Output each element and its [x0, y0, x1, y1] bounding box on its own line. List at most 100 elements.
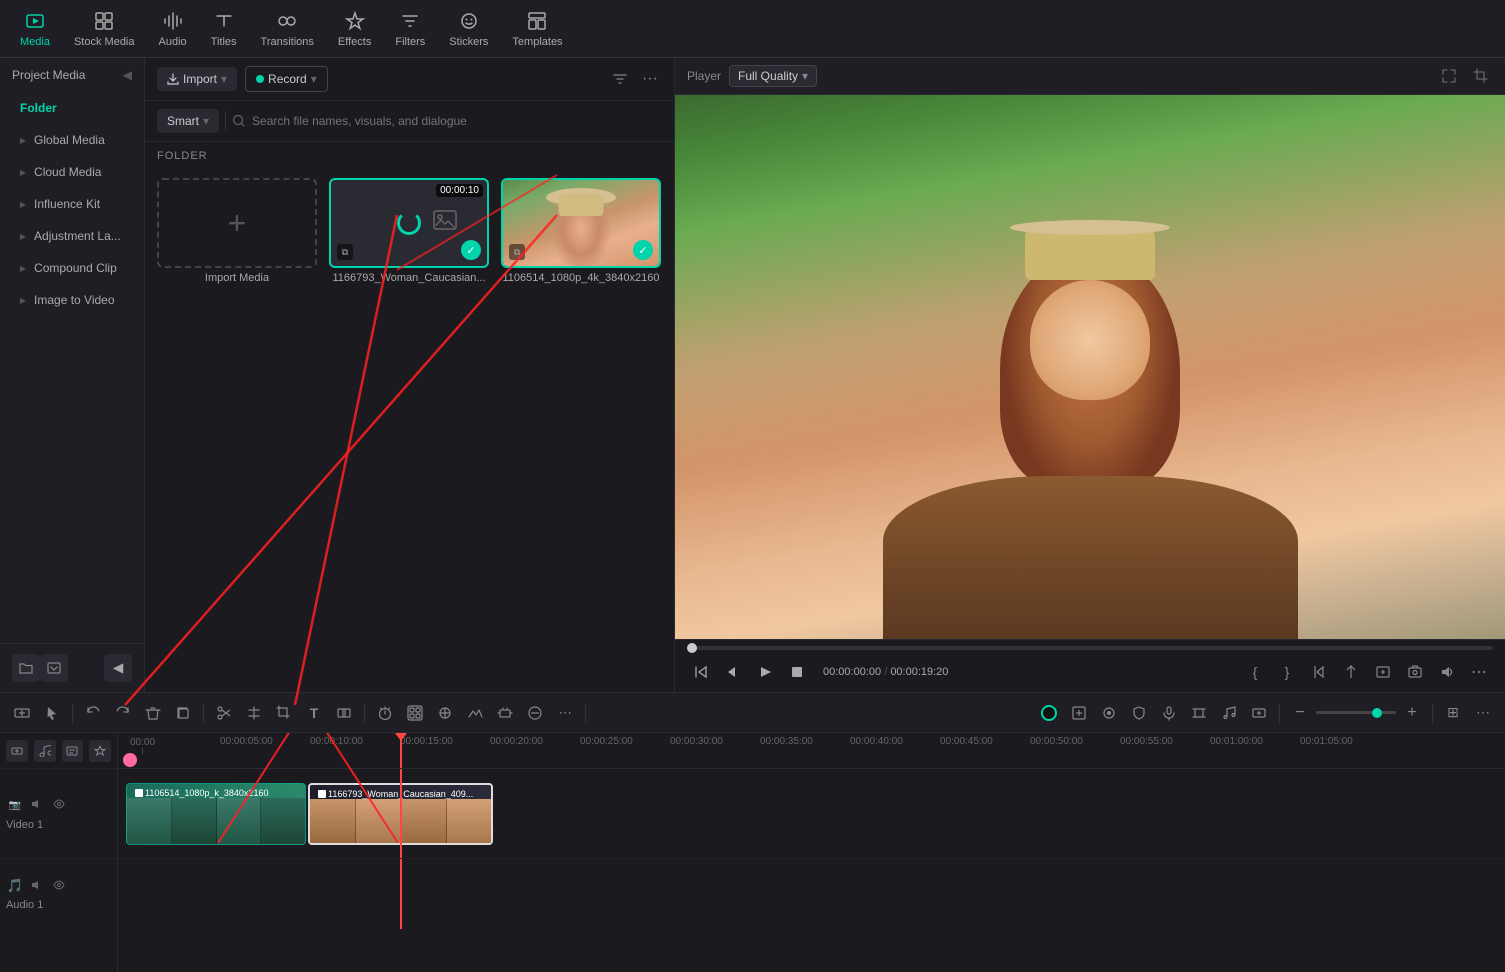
nav-item-transitions[interactable]: Transitions	[249, 6, 326, 52]
zoom-out-btn[interactable]: −	[1286, 699, 1314, 727]
add-subtitle-track-btn[interactable]	[62, 740, 84, 762]
crop-tool-btn[interactable]	[270, 699, 298, 727]
group-btn[interactable]	[401, 699, 429, 727]
sidebar-item-image2video[interactable]: ▸ Image to Video	[4, 285, 140, 315]
delete-btn[interactable]	[139, 699, 167, 727]
zoom-in-btn[interactable]: +	[1398, 699, 1426, 727]
frame-back-btn[interactable]	[719, 658, 747, 686]
video-track-eye-btn[interactable]	[50, 797, 68, 815]
video-track-camera-btn[interactable]: 📷	[6, 797, 24, 815]
shield-btn[interactable]	[1125, 699, 1153, 727]
copy-btn[interactable]	[169, 699, 197, 727]
nav-item-templates[interactable]: Templates	[500, 6, 574, 52]
progress-bar[interactable]	[687, 646, 1493, 650]
nav-item-titles[interactable]: Titles	[199, 6, 249, 52]
sidebar-item-global[interactable]: ▸ Global Media	[4, 125, 140, 155]
import-media-item[interactable]: + Import Media	[157, 178, 317, 284]
clip-ends-btn[interactable]	[330, 699, 358, 727]
camera-record-btn[interactable]	[1095, 699, 1123, 727]
record-circle-btn[interactable]	[1035, 699, 1063, 727]
fullscreen-icon-btn[interactable]	[1437, 64, 1461, 88]
video-clip-1[interactable]: 1106514_1080p_k_3840x2160	[126, 783, 306, 845]
timeline-ruler[interactable]: 00:00 00:00:05:00 00:00:10:00 00:00:15:0…	[118, 733, 1505, 769]
record-dot	[256, 75, 264, 83]
stabilize-btn[interactable]	[491, 699, 519, 727]
volume-btn[interactable]	[1433, 658, 1461, 686]
mic-btn[interactable]	[1155, 699, 1183, 727]
record-button[interactable]: Record ▾	[245, 66, 328, 92]
track-labels-panel: 📷 Video 1	[0, 733, 118, 972]
speed-btn[interactable]	[371, 699, 399, 727]
more-tools-btn[interactable]: ⋯	[551, 699, 579, 727]
skip-back-btn[interactable]	[687, 658, 715, 686]
mix-btn[interactable]	[1185, 699, 1213, 727]
smart-button[interactable]: Smart ▾	[157, 109, 219, 133]
add-marker-btn[interactable]	[1337, 658, 1365, 686]
media-item-clip2[interactable]: 00:00:09 ⧉ ✓	[501, 178, 661, 284]
grid-view-btn[interactable]: ⊞	[1439, 699, 1467, 727]
crop-icon-btn[interactable]	[1469, 64, 1493, 88]
more-options-btn[interactable]: ···	[638, 67, 662, 91]
prev-marker-btn[interactable]	[1305, 658, 1333, 686]
in-point-btn[interactable]: {	[1241, 658, 1269, 686]
media-item-clip1[interactable]: 00:00:10 ⧉	[329, 178, 489, 284]
collapse-panel-btn[interactable]: ◀	[104, 654, 132, 682]
import-button[interactable]: Import ▾	[157, 67, 237, 91]
audio-track-mute-btn[interactable]	[28, 877, 46, 895]
timeline-tracks-area: 📷 Video 1	[0, 733, 1505, 972]
tl-divider-1	[72, 703, 73, 723]
tl-divider-zoom	[1279, 703, 1280, 723]
add-video-track-btn[interactable]	[6, 740, 28, 762]
select-tool-btn[interactable]	[38, 699, 66, 727]
more-right-btn[interactable]: ⋯	[1469, 699, 1497, 727]
split-btn[interactable]	[240, 699, 268, 727]
sidebar-item-adjustment[interactable]: ▸ Adjustment La...	[4, 221, 140, 251]
nav-item-audio[interactable]: Audio	[147, 6, 199, 52]
top-navigation: Media Stock Media Audio	[0, 0, 1505, 58]
left-sidebar: Project Media ◀ Folder ▸ Global Media ▸ …	[0, 58, 145, 692]
nav-item-stickers[interactable]: Stickers	[437, 6, 500, 52]
import-media-thumb[interactable]: +	[157, 178, 317, 268]
ruler-mark-15: 00:00:15:00	[400, 733, 453, 747]
undo-btn[interactable]	[79, 699, 107, 727]
more-controls-btn[interactable]: ⋯	[1465, 658, 1493, 686]
nav-item-effects[interactable]: Effects	[326, 6, 383, 52]
zoom-slider[interactable]	[1316, 711, 1396, 714]
sidebar-item-compound[interactable]: ▸ Compound Clip	[4, 253, 140, 283]
add-track-btn[interactable]	[8, 699, 36, 727]
new-folder-btn[interactable]	[12, 654, 40, 682]
text-btn[interactable]: T	[300, 699, 328, 727]
snap-to-screen-btn[interactable]	[1369, 658, 1397, 686]
video-track-mute-btn[interactable]	[28, 797, 46, 815]
ai-frame-btn[interactable]	[1065, 699, 1093, 727]
clip2-action-icons: ⧉	[509, 244, 525, 260]
composite-btn[interactable]	[431, 699, 459, 727]
clip1-action-icons: ⧉	[337, 244, 353, 260]
sidebar-item-folder[interactable]: Folder	[4, 93, 140, 123]
play-btn[interactable]	[751, 658, 779, 686]
nav-item-filters[interactable]: Filters	[383, 6, 437, 52]
nav-item-stock[interactable]: Stock Media	[62, 6, 147, 52]
audio-track-eye-btn[interactable]	[50, 877, 68, 895]
redo-btn[interactable]	[109, 699, 137, 727]
out-point-btn[interactable]: }	[1273, 658, 1301, 686]
nav-item-media[interactable]: Media	[8, 6, 62, 52]
sidebar-collapse-btn[interactable]: ◀	[123, 68, 132, 82]
import-folder-btn[interactable]	[40, 654, 68, 682]
mask-btn[interactable]	[521, 699, 549, 727]
quality-select[interactable]: Full Quality ▾	[729, 65, 817, 87]
stop-btn[interactable]	[783, 658, 811, 686]
sidebar-item-cloud[interactable]: ▸ Cloud Media	[4, 157, 140, 187]
filter-icon-btn[interactable]	[608, 67, 632, 91]
zoom-in-track-btn[interactable]	[1245, 699, 1273, 727]
motion-btn[interactable]	[461, 699, 489, 727]
search-input[interactable]	[252, 114, 662, 128]
add-effect-track-btn[interactable]	[89, 740, 111, 762]
sidebar-item-influence[interactable]: ▸ Influence Kit	[4, 189, 140, 219]
screenshot-btn[interactable]	[1401, 658, 1429, 686]
progress-handle[interactable]	[687, 643, 697, 653]
add-audio-track-btn[interactable]	[34, 740, 56, 762]
cut-btn[interactable]	[210, 699, 238, 727]
ai-music-btn[interactable]	[1215, 699, 1243, 727]
audio-track-icon[interactable]: 🎵	[6, 877, 24, 895]
